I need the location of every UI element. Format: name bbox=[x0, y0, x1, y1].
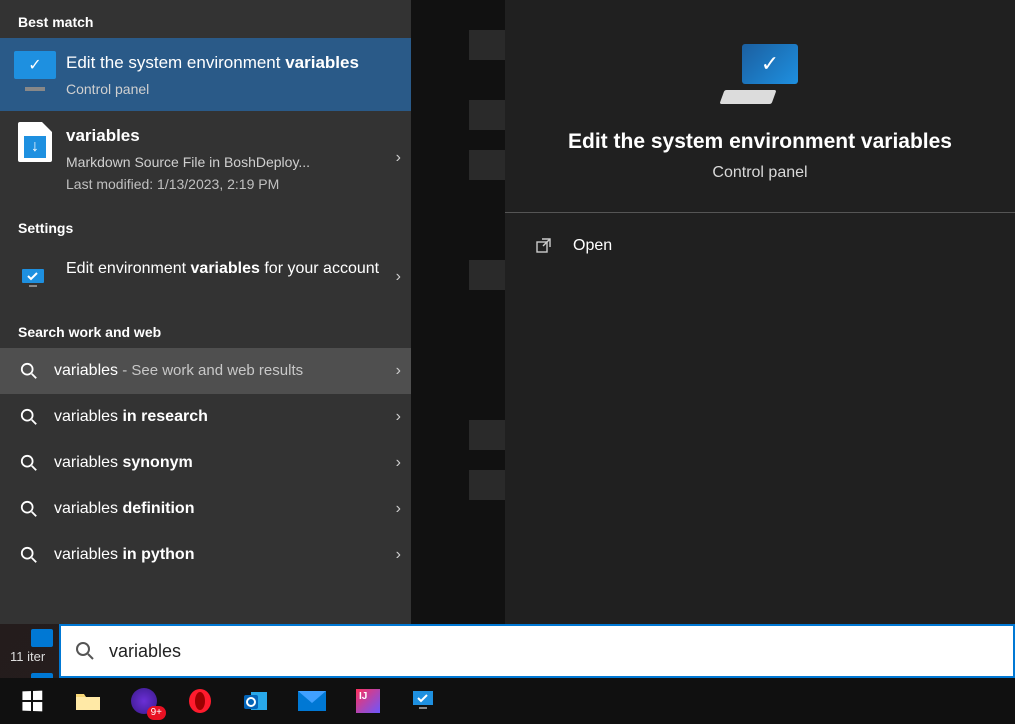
taskbar-app[interactable] bbox=[396, 678, 452, 724]
app-icon bbox=[410, 687, 438, 715]
web-suggestion-text: variables definition bbox=[54, 500, 194, 518]
preview-hero-icon: ✓ bbox=[722, 44, 798, 104]
taskbar-outlook[interactable] bbox=[228, 678, 284, 724]
markdown-file-icon: ↓ bbox=[18, 125, 52, 159]
mail-icon bbox=[298, 687, 326, 715]
chevron-right-icon[interactable]: › bbox=[396, 454, 401, 472]
section-header-best-match: Best match bbox=[0, 0, 411, 38]
desktop-icon[interactable] bbox=[30, 626, 54, 650]
search-icon bbox=[18, 454, 40, 472]
section-header-settings: Settings bbox=[0, 206, 411, 244]
search-icon bbox=[18, 546, 40, 564]
search-icon bbox=[18, 362, 40, 380]
web-suggestion-text: variables in research bbox=[54, 408, 208, 426]
taskbar-file-explorer[interactable] bbox=[60, 678, 116, 724]
web-suggestion-text: variables - See work and web results bbox=[54, 362, 303, 380]
intellij-icon: IJ bbox=[356, 689, 380, 713]
taskbar-intellij[interactable]: IJ bbox=[340, 678, 396, 724]
preview-subtitle: Control panel bbox=[712, 164, 807, 182]
chevron-right-icon[interactable]: › bbox=[396, 362, 401, 380]
monitor-check-icon bbox=[18, 262, 52, 296]
desktop-background: ⬇ ♪ 11 iter Best match ✓ Edit the system… bbox=[0, 0, 1015, 724]
opera-icon bbox=[186, 687, 214, 715]
search-bar[interactable] bbox=[59, 624, 1015, 678]
search-input[interactable] bbox=[109, 641, 1013, 662]
web-search-suggestion[interactable]: variables synonym › bbox=[0, 440, 411, 486]
web-search-suggestion[interactable]: variables - See work and web results › bbox=[0, 348, 411, 394]
outlook-icon bbox=[242, 687, 270, 715]
chevron-right-icon[interactable]: › bbox=[396, 149, 401, 167]
taskbar-opera[interactable] bbox=[172, 678, 228, 724]
panel-gap bbox=[411, 0, 505, 624]
open-external-icon bbox=[535, 237, 555, 255]
result-subtitle: Markdown Source File in BoshDeploy... bbox=[66, 154, 397, 170]
result-variables-file[interactable]: ↓ variables Markdown Source File in Bosh… bbox=[0, 111, 411, 206]
web-suggestion-text: variables synonym bbox=[54, 454, 193, 472]
start-button[interactable] bbox=[4, 678, 60, 724]
search-results-panel: Best match ✓ Edit the system environment… bbox=[0, 0, 411, 624]
taskbar-mail[interactable] bbox=[284, 678, 340, 724]
result-modified-date: Last modified: 1/13/2023, 2:19 PM bbox=[66, 176, 397, 192]
result-title: variables bbox=[66, 125, 397, 148]
web-search-suggestion[interactable]: variables definition › bbox=[0, 486, 411, 532]
windows-logo-icon bbox=[22, 691, 42, 712]
folder-icon bbox=[74, 687, 102, 715]
web-suggestion-text: variables in python bbox=[54, 546, 194, 564]
preview-title: Edit the system environment variables bbox=[548, 130, 972, 154]
taskbar-app-purple[interactable]: 9+ bbox=[116, 678, 172, 724]
section-header-work-web: Search work and web bbox=[0, 310, 411, 348]
chevron-right-icon[interactable]: › bbox=[396, 408, 401, 426]
taskbar: 9+ IJ bbox=[0, 678, 1015, 724]
result-edit-system-env-vars[interactable]: ✓ Edit the system environment variables … bbox=[0, 38, 411, 111]
preview-action-label: Open bbox=[573, 237, 612, 255]
search-preview-panel: ✓ Edit the system environment variables … bbox=[505, 0, 1015, 624]
result-subtitle: Control panel bbox=[66, 81, 397, 97]
search-icon bbox=[61, 641, 109, 661]
search-icon bbox=[18, 500, 40, 518]
explorer-status-text: 11 iter bbox=[10, 649, 45, 664]
result-title: Edit the system environment variables bbox=[66, 52, 397, 75]
search-icon bbox=[18, 408, 40, 426]
monitor-check-icon: ✓ bbox=[18, 52, 52, 86]
web-search-suggestion[interactable]: variables in python › bbox=[0, 532, 411, 578]
notification-badge: 9+ bbox=[147, 706, 166, 720]
web-search-suggestion[interactable]: variables in research › bbox=[0, 394, 411, 440]
chevron-right-icon[interactable]: › bbox=[396, 500, 401, 518]
chevron-right-icon[interactable]: › bbox=[396, 268, 401, 286]
preview-action-open[interactable]: Open bbox=[505, 223, 1015, 269]
result-edit-user-env-vars[interactable]: Edit environment variables for your acco… bbox=[0, 244, 411, 310]
result-title: Edit environment variables for your acco… bbox=[66, 258, 397, 280]
chevron-right-icon[interactable]: › bbox=[396, 546, 401, 564]
